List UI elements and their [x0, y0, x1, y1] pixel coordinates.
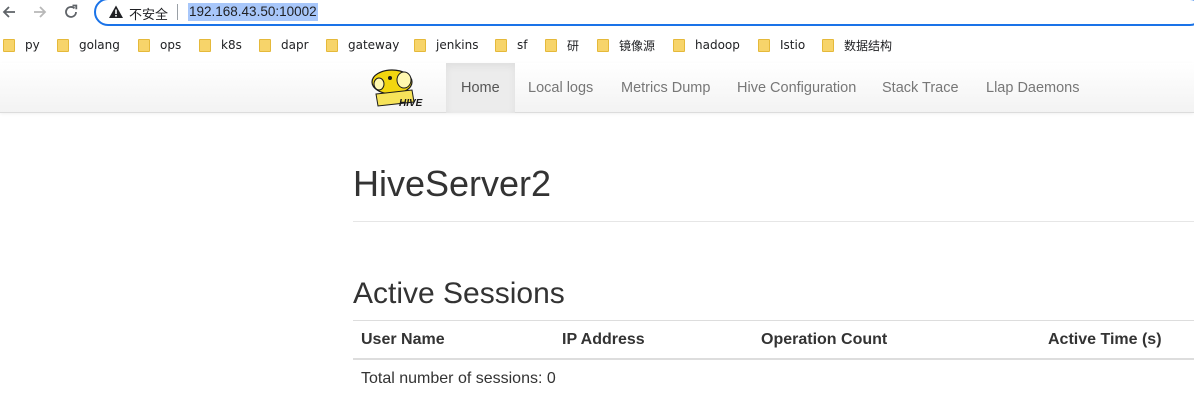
- bookmark-gateway[interactable]: gateway: [326, 36, 399, 54]
- nav-stack-trace[interactable]: Stack Trace: [867, 63, 974, 113]
- folder-icon: [495, 38, 507, 52]
- nav-local-logs[interactable]: Local logs: [513, 63, 608, 113]
- sessions-table: User Name IP Address Operation Count Act…: [353, 320, 1194, 360]
- folder-icon: [57, 38, 69, 52]
- bookmark-label: 镜像源: [619, 38, 656, 53]
- warning-icon[interactable]: [108, 4, 124, 20]
- address-bar[interactable]: 不安全 192.168.43.50:10002: [94, 0, 1194, 26]
- folder-icon: [597, 38, 609, 52]
- forward-button[interactable]: [29, 1, 51, 23]
- hive-logo[interactable]: HIVE: [368, 68, 432, 110]
- bookmark-sf[interactable]: sf: [495, 36, 527, 54]
- logo-text: HIVE: [399, 98, 423, 109]
- bookmark-mirrors[interactable]: 镜像源: [597, 36, 655, 54]
- security-status-label[interactable]: 不安全: [129, 4, 168, 23]
- bookmark-istio[interactable]: Istio: [758, 36, 805, 54]
- reload-icon: [65, 4, 78, 18]
- column-active-time: Active Time (s): [1048, 331, 1162, 348]
- folder-icon: [673, 38, 685, 52]
- column-user-name: User Name: [361, 331, 445, 348]
- bookmark-label: jenkins: [436, 38, 479, 52]
- folder-icon: [414, 38, 426, 52]
- nav-llap-daemons[interactable]: Llap Daemons: [971, 63, 1095, 113]
- nav-hive-configuration[interactable]: Hive Configuration: [722, 63, 871, 113]
- bookmark-ops[interactable]: ops: [138, 36, 181, 54]
- folder-icon: [259, 38, 271, 52]
- back-button[interactable]: [0, 1, 20, 23]
- folder-icon: [758, 38, 770, 52]
- bookmark-label: Istio: [780, 38, 806, 52]
- folder-icon: [326, 38, 338, 52]
- omnibox-divider: [177, 4, 178, 20]
- bookmark-jenkins[interactable]: jenkins: [414, 36, 478, 54]
- url-text[interactable]: 192.168.43.50:10002: [188, 3, 318, 21]
- bookmark-golang[interactable]: golang: [57, 36, 120, 54]
- total-sessions-text: Total number of sessions: 0: [361, 370, 556, 387]
- hive-bee-logo-icon: HIVE: [371, 69, 423, 109]
- column-ip-address: IP Address: [562, 331, 645, 348]
- folder-icon: [822, 38, 834, 52]
- folder-icon: [199, 38, 211, 52]
- sessions-table-header: User Name IP Address Operation Count Act…: [353, 320, 1194, 360]
- arrow-left-icon: [2, 6, 15, 18]
- active-sessions-heading: Active Sessions: [353, 277, 565, 310]
- bookmark-label: golang: [79, 38, 120, 52]
- bookmark-data-structures[interactable]: 数据结构: [822, 36, 892, 54]
- nav-home[interactable]: Home: [446, 63, 515, 113]
- page-title: HiveServer2: [353, 163, 552, 204]
- bookmark-dapr[interactable]: dapr: [259, 36, 309, 54]
- bookmark-label: dapr: [281, 38, 309, 52]
- browser-toolbar: 不安全 192.168.43.50:10002: [0, 0, 1194, 26]
- bookmark-label: gateway: [348, 38, 400, 52]
- arrow-right-icon: [34, 6, 47, 18]
- bookmark-label: 数据结构: [844, 38, 893, 53]
- title-divider: [353, 221, 1194, 222]
- bookmark-py[interactable]: py: [3, 36, 40, 54]
- nav-metrics-dump[interactable]: Metrics Dump: [606, 63, 725, 113]
- hive-navbar: HIVE Home Local logs Metrics Dump Hive C…: [0, 63, 1194, 113]
- reload-button[interactable]: [60, 1, 82, 23]
- bookmark-label: hadoop: [695, 38, 740, 52]
- folder-icon: [138, 38, 150, 52]
- bookmark-yan[interactable]: 研: [545, 36, 579, 54]
- column-operation-count: Operation Count: [761, 331, 888, 348]
- bookmark-k8s[interactable]: k8s: [199, 36, 242, 54]
- bookmark-label: ops: [160, 38, 182, 52]
- bookmark-hadoop[interactable]: hadoop: [673, 36, 740, 54]
- bookmarks-bar: py golang ops k8s dapr gateway jenkins s…: [0, 32, 1194, 58]
- folder-icon: [545, 38, 557, 52]
- bookmark-label: sf: [517, 38, 528, 52]
- bookmark-label: py: [25, 38, 40, 52]
- bookmark-label: 研: [567, 38, 580, 53]
- bookmark-label: k8s: [221, 38, 242, 52]
- folder-icon: [3, 38, 15, 52]
